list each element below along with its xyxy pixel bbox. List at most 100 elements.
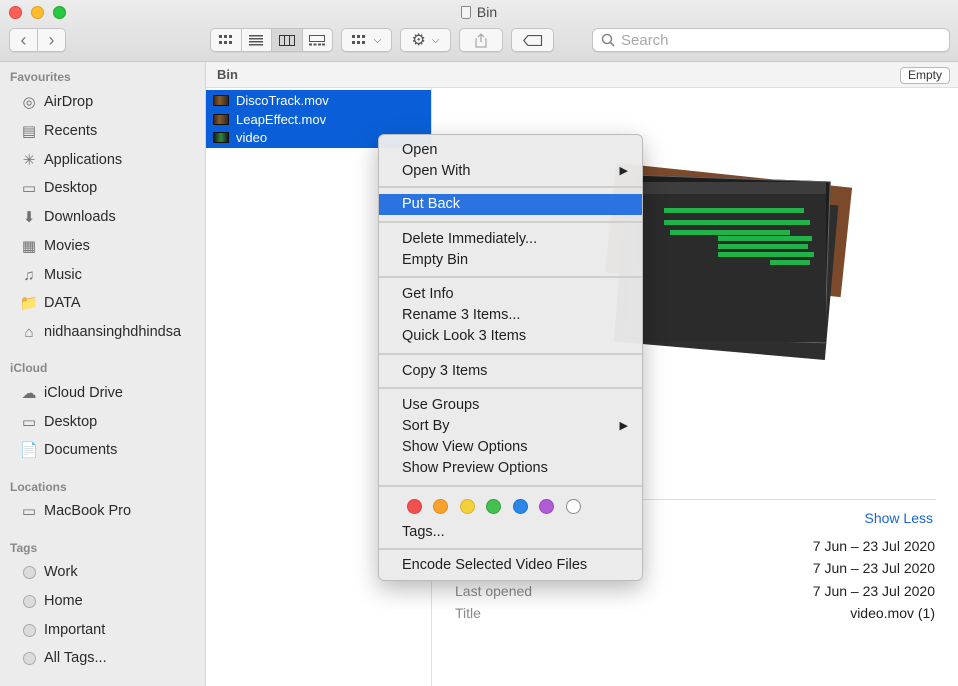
menu-item-show-preview-options[interactable]: Show Preview Options (379, 458, 642, 479)
tag-icon (522, 34, 542, 46)
menu-item-show-view-options[interactable]: Show View Options (379, 437, 642, 458)
menu-item-tags[interactable]: Tags... (379, 522, 642, 543)
bin-icon (460, 6, 471, 19)
menu-separator (379, 485, 642, 487)
sidebar-item-airdrop[interactable]: ◎ AirDrop (18, 91, 93, 113)
column-view-icon (278, 34, 295, 46)
icon-view-button[interactable] (211, 29, 242, 51)
empty-bin-button[interactable]: Empty (899, 67, 950, 84)
all-tags-icon (18, 649, 40, 667)
desktop-icon: ▭ (21, 414, 37, 431)
share-button[interactable] (459, 28, 503, 52)
menu-item-use-groups[interactable]: Use Groups (379, 395, 642, 416)
music-icon: ♫ (23, 266, 35, 284)
submenu-arrow-icon: ▶ (619, 165, 628, 177)
sidebar-section-locations: Locations (10, 480, 67, 494)
sidebar-item-recents[interactable]: ▤ Recents (18, 120, 97, 142)
menu-item-sort-by[interactable]: Sort By ▶ (379, 416, 642, 437)
applications-icon: ✳ (22, 152, 36, 169)
sidebar-item-home[interactable]: ⌂ nidhaansinghdhindsa (18, 321, 181, 343)
menu-separator (379, 276, 642, 278)
downloads-icon: ⬇ (22, 209, 36, 226)
tag-color-yellow[interactable] (460, 499, 475, 514)
show-less-link[interactable]: Show Less (865, 510, 933, 526)
bin-title: Bin (217, 67, 238, 82)
metadata-row-last-opened: Last opened 7 Jun – 23 Jul 2020 (455, 583, 935, 599)
sidebar-item-tag-important[interactable]: Important (18, 619, 105, 641)
sidebar-item-music[interactable]: ♫ Music (18, 264, 82, 286)
tag-color-none[interactable] (566, 499, 581, 514)
home-icon: ⌂ (24, 323, 34, 341)
menu-separator (379, 387, 642, 389)
tag-color-blue[interactable] (513, 499, 528, 514)
menu-item-quick-look[interactable]: Quick Look 3 Items (379, 326, 642, 347)
tag-color-purple[interactable] (539, 499, 554, 514)
desktop-icon: ▭ (21, 180, 37, 197)
menu-separator (379, 548, 642, 550)
group-by-button[interactable]: ⌵ (341, 28, 392, 52)
navigation-buttons: ‹ › (9, 28, 66, 52)
sidebar-item-icloud-drive[interactable]: ☁ iCloud Drive (18, 382, 123, 404)
search-field[interactable]: Search (592, 28, 950, 52)
tag-color-green[interactable] (486, 499, 501, 514)
forward-button[interactable]: › (38, 29, 65, 51)
tag-dot-icon (18, 621, 40, 639)
sidebar-section-favourites: Favourites (10, 70, 71, 84)
tag-color-orange[interactable] (433, 499, 448, 514)
menu-separator (379, 353, 642, 355)
window-title: Bin (0, 4, 958, 20)
sidebar-item-documents[interactable]: 📄 Documents (18, 439, 118, 461)
menu-item-encode-video[interactable]: Encode Selected Video Files (379, 555, 642, 576)
group-icon (351, 35, 365, 44)
menu-item-open-with[interactable]: Open With ▶ (379, 161, 642, 182)
gallery-view-icon (309, 34, 326, 45)
search-placeholder: Search (621, 31, 669, 49)
context-menu: Open Open With ▶ Put Back Delete Immediat… (378, 134, 643, 581)
menu-item-open[interactable]: Open (379, 140, 642, 161)
sidebar-item-macbook-pro[interactable]: ▭ MacBook Pro (18, 500, 131, 522)
documents-icon: 📄 (19, 442, 39, 459)
column-view-button[interactable] (272, 29, 303, 51)
movies-icon: ▦ (21, 238, 37, 255)
back-button[interactable]: ‹ (10, 29, 38, 51)
cloud-icon: ☁ (21, 385, 37, 402)
chevron-down-icon: ⌵ (431, 34, 440, 46)
menu-separator (379, 221, 642, 223)
airdrop-icon: ◎ (22, 94, 36, 111)
view-mode-control (210, 28, 333, 52)
submenu-arrow-icon: ▶ (619, 420, 628, 432)
menu-item-rename[interactable]: Rename 3 Items... (379, 305, 642, 326)
menu-item-delete-immediately[interactable]: Delete Immediately... (379, 229, 642, 250)
sidebar-item-downloads[interactable]: ⬇ Downloads (18, 206, 116, 228)
window-toolbar: Bin ‹ › ⌵ ⚙ ⌵ Search (0, 0, 958, 62)
tag-color-red[interactable] (407, 499, 422, 514)
sidebar-item-tag-home[interactable]: Home (18, 590, 83, 612)
icon-view-icon (218, 35, 232, 44)
list-view-button[interactable] (242, 29, 272, 51)
folder-icon: 📁 (19, 295, 39, 312)
tag-dot-icon (18, 563, 40, 581)
sidebar-item-applications[interactable]: ✳ Applications (18, 149, 122, 171)
sidebar-item-all-tags[interactable]: All Tags... (18, 647, 107, 669)
sidebar-item-tag-work[interactable]: Work (18, 561, 78, 583)
search-icon (601, 33, 615, 47)
metadata-row-title: Title video.mov (1) (455, 605, 935, 621)
menu-separator (379, 186, 642, 188)
menu-item-get-info[interactable]: Get Info (379, 284, 642, 305)
menu-item-empty-bin[interactable]: Empty Bin (379, 250, 642, 271)
chevron-down-icon: ⌵ (373, 34, 382, 46)
action-menu-button[interactable]: ⚙ ⌵ (400, 28, 451, 52)
gallery-view-button[interactable] (303, 29, 333, 51)
sidebar-item-icloud-desktop[interactable]: ▭ Desktop (18, 411, 97, 433)
sidebar-item-desktop[interactable]: ▭ Desktop (18, 177, 97, 199)
menu-item-copy[interactable]: Copy 3 Items (379, 361, 642, 382)
gear-icon: ⚙ (411, 32, 426, 49)
sidebar-item-data[interactable]: 📁 DATA (18, 292, 81, 314)
sidebar-section-icloud: iCloud (10, 361, 48, 375)
edit-tags-button[interactable] (511, 28, 554, 52)
laptop-icon: ▭ (21, 503, 37, 520)
sidebar-item-movies[interactable]: ▦ Movies (18, 235, 90, 257)
tag-dot-icon (18, 592, 40, 610)
recents-icon: ▤ (21, 123, 37, 140)
menu-item-put-back[interactable]: Put Back (379, 194, 642, 215)
